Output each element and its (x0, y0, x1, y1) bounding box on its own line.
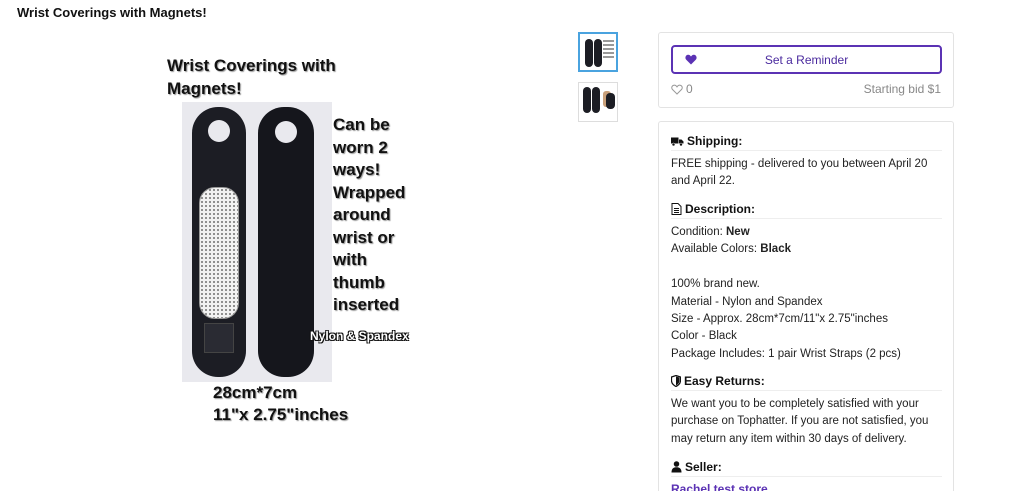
returns-heading: Easy Returns: (671, 374, 942, 391)
mini-strap (585, 39, 593, 67)
starting-bid: Starting bid $1 (863, 82, 941, 96)
document-icon (671, 203, 682, 215)
description-line: Color - Black (671, 330, 737, 343)
image-material-text: Nylon & Spandex (310, 329, 409, 343)
wrist-strap-with-magnets (192, 107, 246, 377)
heart-outline-icon (671, 84, 683, 95)
set-reminder-label: Set a Reminder (764, 52, 849, 67)
velcro-patch (204, 323, 234, 353)
thumbnail-2[interactable] (578, 82, 618, 122)
image-title-line1: Wrist Coverings with (167, 56, 336, 75)
shipping-heading: Shipping: (671, 134, 942, 151)
mini-strap (606, 93, 615, 109)
shipping-text: FREE shipping - delivered to you between… (671, 158, 928, 188)
page-title: Wrist Coverings with Magnets! (17, 5, 207, 20)
seller-heading: Seller: (671, 460, 942, 477)
thumb-hole (208, 120, 230, 142)
heart-icon (685, 54, 697, 65)
set-reminder-button[interactable]: Set a Reminder (671, 45, 942, 74)
thumbnail-1[interactable] (578, 32, 618, 72)
like-counter[interactable]: 0 (671, 82, 693, 96)
returns-text: We want you to be completely satisfied w… (671, 398, 929, 445)
thumb-hole (275, 121, 297, 143)
mini-strap (594, 39, 602, 67)
seller-link[interactable]: Rachel test store (671, 482, 768, 491)
description-line: Package Includes: 1 pair Wrist Straps (2… (671, 347, 901, 360)
description-line: 100% brand new. (671, 278, 760, 291)
mini-strap (583, 87, 591, 113)
image-title: Wrist Coverings with Magnets! (167, 54, 336, 100)
mini-strap (592, 87, 600, 113)
bid-card: Set a Reminder 0 Starting bid $1 (658, 32, 954, 108)
condition-row: Condition: New (671, 226, 750, 238)
truck-icon (671, 137, 684, 146)
details-card: Shipping: FREE shipping - delivered to y… (658, 121, 954, 491)
image-title-line2: Magnets! (167, 79, 242, 98)
description-heading: Description: (671, 202, 942, 219)
image-size-text: 28cm*7cm 11"x 2.75"inches (213, 383, 349, 424)
user-icon (671, 461, 682, 473)
description-line: Material - Nylon and Spandex (671, 295, 823, 308)
wrist-strap-back (258, 107, 314, 377)
magnet-mesh-panel (199, 187, 239, 319)
description-line: Size - Approx. 28cm*7cm/11"x 2.75"inches (671, 313, 888, 326)
product-image: Wrist Coverings with Magnets! Can be wor… (160, 50, 430, 430)
image-side-text: Can be worn 2 ways! Wrapped around wrist… (333, 115, 406, 314)
colors-row: Available Colors: Black (671, 243, 791, 256)
description-text: Condition: New Available Colors: Black 1… (671, 224, 946, 363)
shield-icon (671, 375, 681, 387)
like-count: 0 (686, 82, 693, 96)
